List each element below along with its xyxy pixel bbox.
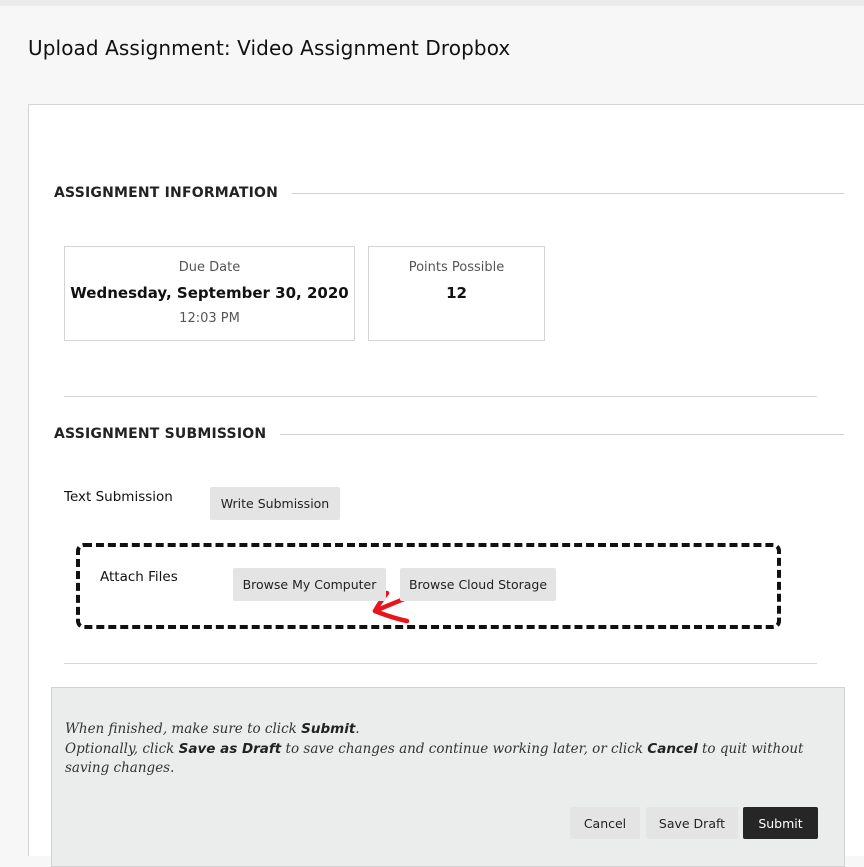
due-date-label: Due Date: [178, 260, 241, 275]
text-submission-label: Text Submission: [64, 489, 173, 505]
cancel-button[interactable]: Cancel: [570, 807, 640, 839]
points-possible-label: Points Possible: [408, 260, 505, 275]
attach-files-label: Attach Files: [100, 569, 178, 585]
content-panel: ASSIGNMENT INFORMATION Due Date Wednesda…: [28, 104, 864, 867]
heading-rule: [292, 192, 844, 194]
due-time-value: 12:03 PM: [179, 311, 240, 326]
points-possible-value: 12: [446, 284, 467, 302]
heading-rule: [280, 433, 844, 435]
footer-instructions: When finished, make sure to click Submit…: [65, 720, 835, 779]
assignment-information-heading: ASSIGNMENT INFORMATION: [54, 185, 844, 201]
instruction-text: Optionally, click: [65, 740, 179, 757]
top-strip: [0, 0, 864, 6]
save-draft-button[interactable]: Save Draft: [646, 807, 738, 839]
assignment-submission-heading-text: ASSIGNMENT SUBMISSION: [54, 426, 267, 442]
instruction-bold-submit: Submit: [301, 721, 356, 737]
section-divider: [64, 396, 817, 397]
assignment-submission-heading: ASSIGNMENT SUBMISSION: [54, 426, 844, 442]
instruction-text: to save changes and continue working lat…: [281, 740, 648, 757]
write-submission-button[interactable]: Write Submission: [210, 487, 340, 520]
browse-cloud-storage-button[interactable]: Browse Cloud Storage: [400, 568, 556, 601]
assignment-information-heading-text: ASSIGNMENT INFORMATION: [54, 185, 279, 201]
instruction-text: When finished, make sure to click: [65, 721, 302, 737]
submit-button[interactable]: Submit: [743, 807, 818, 839]
browse-my-computer-button[interactable]: Browse My Computer: [233, 568, 386, 601]
page-title: Upload Assignment: Video Assignment Drop…: [28, 36, 511, 60]
section-divider: [64, 663, 817, 664]
instruction-bold-cancel: Cancel: [647, 740, 698, 757]
points-possible-box: Points Possible 12: [368, 246, 545, 341]
submission-footer: When finished, make sure to click Submit…: [51, 687, 845, 867]
instruction-text: .: [355, 721, 360, 737]
due-date-box: Due Date Wednesday, September 30, 2020 1…: [64, 246, 355, 341]
due-date-value: Wednesday, September 30, 2020: [70, 284, 349, 302]
instruction-bold-save-as-draft: Save as Draft: [178, 740, 282, 757]
